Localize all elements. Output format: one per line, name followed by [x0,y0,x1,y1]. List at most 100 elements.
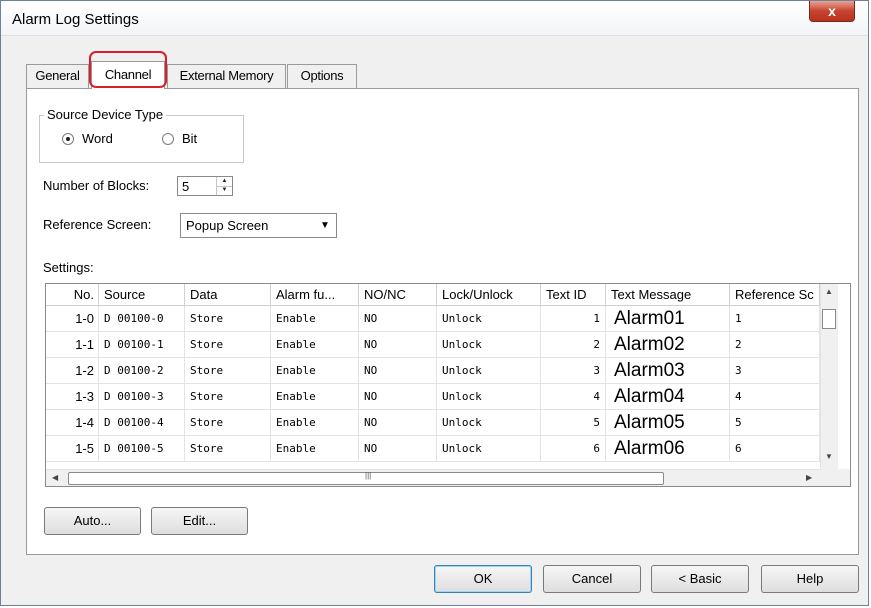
cell-data[interactable]: Store [185,332,271,358]
scroll-right-icon[interactable]: ▶ [806,473,812,482]
cell-alarm-function[interactable]: Enable [271,306,359,332]
stepper-buttons: ▲ ▼ [216,177,232,195]
cell-text-message[interactable]: Alarm01 [606,306,730,332]
close-button[interactable]: x [809,1,855,22]
cell-no-nc[interactable]: NO [359,306,437,332]
cell-no-nc[interactable]: NO [359,358,437,384]
cell-source[interactable]: D 00100-0 [99,306,185,332]
cancel-button[interactable]: Cancel [543,565,641,593]
reference-screen-select[interactable]: Popup Screen ▼ [180,213,337,238]
vertical-scrollbar[interactable]: ▲ ▼ [820,284,838,469]
chevron-down-icon[interactable]: ▼ [316,216,334,235]
cell-no-nc[interactable]: NO [359,410,437,436]
cell-source[interactable]: D 00100-4 [99,410,185,436]
tab-options[interactable]: Options [287,64,357,88]
cell-data[interactable]: Store [185,358,271,384]
edit-button[interactable]: Edit... [151,507,248,535]
tab-external-memory[interactable]: External Memory [167,64,286,88]
cell-lock-unlock[interactable]: Unlock [437,332,541,358]
cell-text-id[interactable]: 3 [541,358,606,384]
horizontal-scroll-thumb[interactable]: ||| [68,471,664,485]
vertical-scroll-thumb[interactable] [822,309,836,329]
column-header-source[interactable]: Source [99,284,185,306]
column-header-data[interactable]: Data [185,284,271,306]
settings-label: Settings: [43,260,94,275]
cell-reference-screen[interactable]: 6 [730,436,820,462]
cell-text-message[interactable]: Alarm05 [606,410,730,436]
cell-lock-unlock[interactable]: Unlock [437,306,541,332]
horizontal-scrollbar[interactable]: ◀ ||| ▶ [46,469,820,486]
cell-text-message[interactable]: Alarm06 [606,436,730,462]
tab-general[interactable]: General [26,64,89,88]
cell-source[interactable]: D 00100-3 [99,384,185,410]
cell-alarm-function[interactable]: Enable [271,332,359,358]
cell-reference-screen[interactable]: 2 [730,332,820,358]
column-header-alarm-function[interactable]: Alarm fu... [271,284,359,306]
number-of-blocks-value: 5 [182,179,190,194]
column-header-no[interactable]: No. [46,284,99,306]
cell-no[interactable]: 1-0 [46,306,99,332]
bit-radio-label: Bit [182,131,198,146]
bit-radio[interactable] [162,133,174,145]
cell-source[interactable]: D 00100-2 [99,358,185,384]
cell-data[interactable]: Store [185,436,271,462]
cell-text-id[interactable]: 6 [541,436,606,462]
cell-alarm-function[interactable]: Enable [271,410,359,436]
cell-alarm-function[interactable]: Enable [271,384,359,410]
number-of-blocks-stepper[interactable]: 5 ▲ ▼ [177,176,233,196]
cell-source[interactable]: D 00100-5 [99,436,185,462]
window-title: Alarm Log Settings [12,11,139,28]
word-radio-label: Word [82,131,113,146]
reference-screen-label: Reference Screen: [43,217,152,232]
cell-no-nc[interactable]: NO [359,332,437,358]
cell-alarm-function[interactable]: Enable [271,436,359,462]
scroll-down-icon[interactable]: ▼ [825,452,833,461]
help-button[interactable]: Help [761,565,859,593]
channel-tab-highlight [89,51,167,88]
title-bar: Alarm Log Settings x [1,1,868,36]
word-radio[interactable] [62,133,74,145]
cell-alarm-function[interactable]: Enable [271,358,359,384]
cell-text-id[interactable]: 1 [541,306,606,332]
stepper-down-icon[interactable]: ▼ [217,186,232,195]
source-device-type-legend: Source Device Type [44,107,167,122]
cell-data[interactable]: Store [185,306,271,332]
cell-reference-screen[interactable]: 4 [730,384,820,410]
ok-button[interactable]: OK [434,565,532,593]
cell-reference-screen[interactable]: 3 [730,358,820,384]
cell-reference-screen[interactable]: 1 [730,306,820,332]
settings-table[interactable]: No. Source Data Alarm fu... NO/NC Lock/Unlock… [45,283,851,487]
cell-no[interactable]: 1-4 [46,410,99,436]
cell-no[interactable]: 1-2 [46,358,99,384]
cell-data[interactable]: Store [185,410,271,436]
cell-lock-unlock[interactable]: Unlock [437,410,541,436]
cell-no[interactable]: 1-3 [46,384,99,410]
cell-no[interactable]: 1-5 [46,436,99,462]
basic-button[interactable]: < Basic [651,565,749,593]
auto-button[interactable]: Auto... [44,507,141,535]
cell-lock-unlock[interactable]: Unlock [437,358,541,384]
cell-source[interactable]: D 00100-1 [99,332,185,358]
scroll-up-icon[interactable]: ▲ [825,287,833,296]
cell-text-id[interactable]: 4 [541,384,606,410]
cell-text-message[interactable]: Alarm02 [606,332,730,358]
cell-text-id[interactable]: 2 [541,332,606,358]
cell-data[interactable]: Store [185,384,271,410]
cell-text-message[interactable]: Alarm03 [606,358,730,384]
cell-lock-unlock[interactable]: Unlock [437,384,541,410]
column-header-reference-screen[interactable]: Reference Sc [730,284,820,306]
cell-lock-unlock[interactable]: Unlock [437,436,541,462]
cell-text-message[interactable]: Alarm04 [606,384,730,410]
column-header-no-nc[interactable]: NO/NC [359,284,437,306]
cell-no[interactable]: 1-1 [46,332,99,358]
scroll-grip-icon: ||| [365,471,372,480]
scroll-left-icon[interactable]: ◀ [52,473,58,482]
cell-no-nc[interactable]: NO [359,384,437,410]
cell-text-id[interactable]: 5 [541,410,606,436]
column-header-text-id[interactable]: Text ID [541,284,606,306]
column-header-text-message[interactable]: Text Message [606,284,730,306]
cell-no-nc[interactable]: NO [359,436,437,462]
cell-reference-screen[interactable]: 5 [730,410,820,436]
column-header-lock-unlock[interactable]: Lock/Unlock [437,284,541,306]
reference-screen-value: Popup Screen [186,218,269,233]
